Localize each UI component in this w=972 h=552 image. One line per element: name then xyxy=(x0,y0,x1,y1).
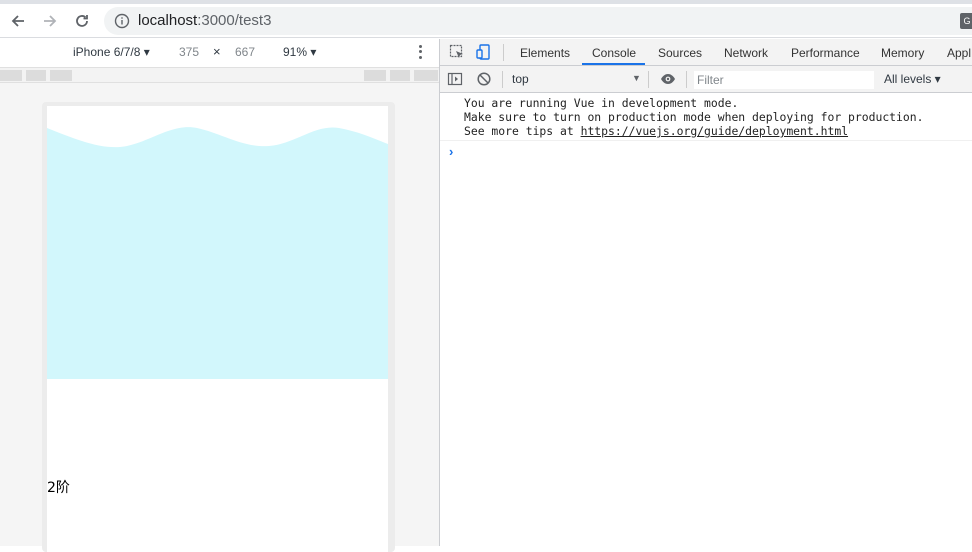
step-label: 2阶 xyxy=(47,480,70,496)
console-line: You are running Vue in development mode. xyxy=(464,96,739,110)
tab-sources[interactable]: Sources xyxy=(658,46,702,60)
media-query-segment[interactable] xyxy=(50,70,72,81)
more-options-icon[interactable] xyxy=(414,44,426,60)
forward-arrow-icon xyxy=(44,15,57,27)
translate-icon[interactable]: G xyxy=(960,13,972,29)
console-toolbar: top ▼ All levels ▾ xyxy=(440,66,972,93)
wave-graphic xyxy=(47,127,388,379)
media-query-segment[interactable] xyxy=(390,70,410,81)
tab-application[interactable]: Appl xyxy=(947,46,971,60)
media-query-segment[interactable] xyxy=(26,70,46,81)
filter-input[interactable] xyxy=(694,71,874,89)
toolbar-divider xyxy=(686,71,687,88)
url-text[interactable]: localhost:3000/test3 xyxy=(138,13,271,29)
tab-network[interactable]: Network xyxy=(724,46,768,60)
sidebar-toggle-icon[interactable] xyxy=(447,71,463,87)
viewport-width[interactable]: 375 xyxy=(179,45,199,59)
toolbar-divider xyxy=(503,44,504,61)
reload-button[interactable] xyxy=(70,9,94,33)
dimension-separator: × xyxy=(213,44,221,59)
media-query-segment[interactable] xyxy=(364,70,386,81)
wave-fill xyxy=(47,127,388,379)
active-tab-indicator xyxy=(582,63,645,65)
navigation-bar: localhost:3000/test3 G xyxy=(0,4,972,38)
back-button[interactable] xyxy=(6,9,30,33)
media-query-bar[interactable] xyxy=(0,67,440,83)
console-line: Make sure to turn on production mode whe… xyxy=(464,110,924,124)
media-query-segment[interactable] xyxy=(0,70,22,81)
device-toolbar: iPhone 6/7/8 ▾ 375 × 667 91% ▾ xyxy=(0,39,440,66)
tab-performance[interactable]: Performance xyxy=(791,46,860,60)
toolbar-divider xyxy=(648,71,649,88)
context-select[interactable]: top xyxy=(512,72,529,86)
console-prompt-icon[interactable]: › xyxy=(449,144,453,159)
devtools-tab-bar: Elements Console Sources Network Perform… xyxy=(440,39,972,66)
device-select[interactable]: iPhone 6/7/8 ▾ xyxy=(73,45,150,59)
tab-memory[interactable]: Memory xyxy=(881,46,924,60)
info-icon[interactable] xyxy=(114,13,130,29)
tab-console[interactable]: Console xyxy=(592,46,636,60)
console-message: You are running Vue in development mode.… xyxy=(440,93,972,141)
reload-icon xyxy=(76,15,88,27)
emulated-page: 2阶 xyxy=(47,106,388,552)
address-bar[interactable]: localhost:3000/test3 G xyxy=(104,7,972,35)
console-line: See more tips at xyxy=(464,124,581,138)
toolbar-divider xyxy=(502,71,503,88)
console-panel: You are running Vue in development mode.… xyxy=(440,93,972,546)
clear-console-icon[interactable] xyxy=(476,71,492,87)
forward-button[interactable] xyxy=(38,9,62,33)
viewport-height[interactable]: 667 xyxy=(235,45,255,59)
back-arrow-icon xyxy=(11,15,24,27)
chevron-down-icon[interactable]: ▼ xyxy=(632,73,641,83)
media-query-segment[interactable] xyxy=(414,70,438,81)
inspect-element-icon[interactable] xyxy=(449,44,465,60)
device-toggle-icon[interactable] xyxy=(476,44,492,60)
log-levels-select[interactable]: All levels ▾ xyxy=(884,72,941,86)
eye-icon[interactable] xyxy=(660,71,676,87)
tab-elements[interactable]: Elements xyxy=(520,46,570,60)
zoom-select[interactable]: 91% ▾ xyxy=(283,45,316,59)
deployment-link[interactable]: https://vuejs.org/guide/deployment.html xyxy=(581,124,848,138)
